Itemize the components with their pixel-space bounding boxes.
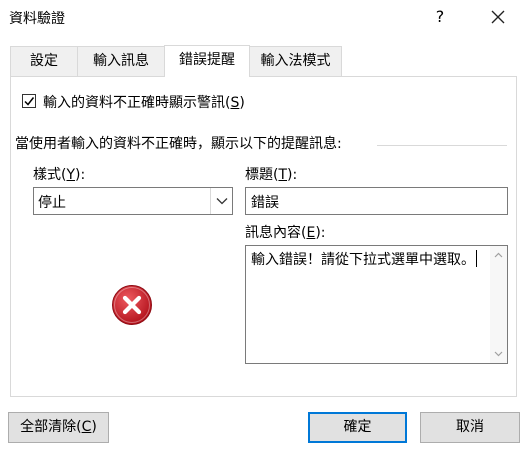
tab-input-message[interactable]: 輸入訊息 — [77, 46, 165, 76]
error-alert-panel: 輸入的資料不正確時顯示警訊(S) 當使用者輸入的資料不正確時，顯示以下的提醒訊息… — [10, 76, 517, 397]
message-label: 訊息內容(E): — [245, 225, 326, 241]
text-caret — [476, 250, 477, 267]
title-input-value: 錯誤 — [251, 195, 279, 211]
group-divider — [377, 145, 507, 146]
style-label: 樣式(Y): — [33, 167, 86, 183]
close-button[interactable] — [485, 4, 511, 30]
cancel-button[interactable]: 取消 — [420, 412, 520, 443]
dialog-title: 資料驗證 — [9, 11, 65, 27]
tab-settings[interactable]: 設定 — [10, 46, 78, 76]
style-select[interactable]: 停止 — [33, 187, 233, 215]
message-text: 輸入錯誤！請從下拉式選單中選取。 — [251, 250, 477, 268]
title-bar: 資料驗證 ? — [0, 0, 528, 36]
ok-button[interactable]: 確定 — [308, 412, 407, 443]
tab-error-alert[interactable]: 錯誤提醒 — [164, 45, 250, 77]
error-stop-icon — [112, 285, 152, 325]
show-error-checkbox[interactable] — [22, 94, 36, 108]
help-button[interactable]: ? — [428, 4, 452, 30]
clear-all-button[interactable]: 全部清除(C) — [8, 412, 109, 443]
close-icon — [491, 10, 505, 24]
checkmark-icon — [24, 97, 35, 106]
chevron-down-icon — [216, 198, 228, 205]
style-select-value: 停止 — [38, 195, 66, 211]
group-label: 當使用者輸入的資料不正確時，顯示以下的提醒訊息: — [15, 133, 348, 153]
message-scrollbar[interactable] — [490, 246, 507, 363]
show-error-label: 輸入的資料不正確時顯示警訊(S) — [43, 95, 245, 111]
title-input[interactable]: 錯誤 — [245, 187, 508, 215]
scroll-up-arrow-icon[interactable] — [494, 252, 503, 258]
scroll-down-arrow-icon[interactable] — [494, 351, 503, 357]
style-select-dropdown-button[interactable] — [210, 188, 232, 214]
tab-ime-mode[interactable]: 輸入法模式 — [249, 46, 342, 76]
message-textarea[interactable]: 輸入錯誤！請從下拉式選單中選取。 — [245, 245, 508, 364]
data-validation-dialog: 資料驗證 ? 設定 輸入訊息 錯誤提醒 輸入法模式 輸入的資料不正確時顯示警訊(… — [0, 0, 528, 450]
title-label: 標題(T): — [245, 167, 298, 183]
